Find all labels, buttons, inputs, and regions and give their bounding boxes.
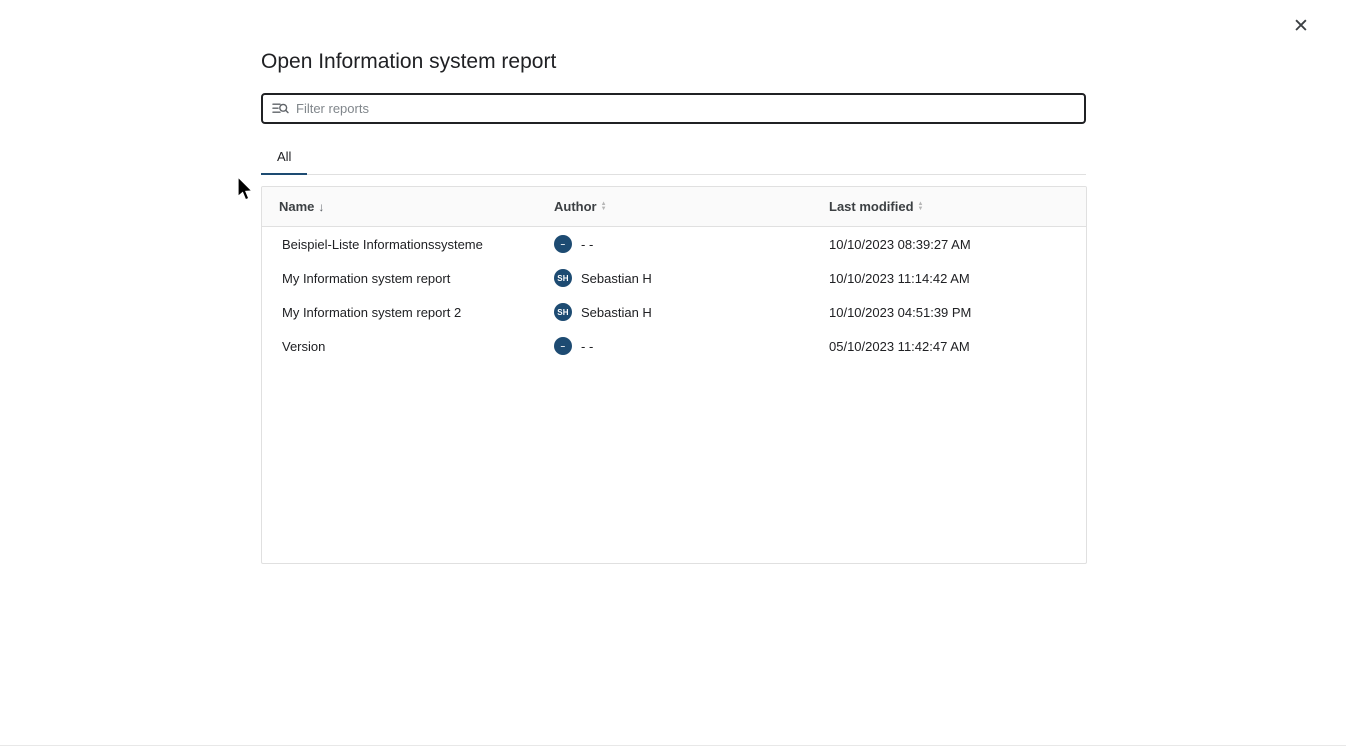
author-avatar: – [554,235,572,253]
last-modified: 05/10/2023 11:42:47 AM [812,339,1086,354]
author-avatar: SH [554,303,572,321]
open-report-dialog: ✕ Open Information system report All Nam… [0,0,1346,756]
tab-bar: All [261,140,1086,175]
search-input[interactable] [296,101,1075,116]
filter-reports-searchbox[interactable] [261,93,1086,124]
table-row[interactable]: My Information system report SH Sebastia… [262,261,1086,295]
mouse-cursor [236,176,255,202]
author-avatar: SH [554,269,572,287]
author-cell: – - - [537,235,812,253]
tab-all[interactable]: All [261,140,307,175]
author-name: - - [581,237,593,252]
column-last-modified-label: Last modified [829,199,914,214]
report-name: My Information system report [262,271,537,286]
table-row[interactable]: Beispiel-Liste Informationssysteme – - -… [262,227,1086,261]
search-filter-icon [272,101,289,116]
author-cell: – - - [537,337,812,355]
report-name: Beispiel-Liste Informationssysteme [262,237,537,252]
sort-desc-icon: ↓ [318,201,324,213]
table-row[interactable]: Version – - - 05/10/2023 11:42:47 AM [262,329,1086,363]
page-bottom-divider [0,745,1346,746]
last-modified: 10/10/2023 11:14:42 AM [812,271,1086,286]
column-header-author[interactable]: Author ▲▼ [537,199,812,214]
sort-unsorted-icon: ▲▼ [918,202,924,212]
table-row[interactable]: My Information system report 2 SH Sebast… [262,295,1086,329]
column-name-label: Name [279,199,314,214]
dialog-title: Open Information system report [261,50,556,74]
column-header-last-modified[interactable]: Last modified ▲▼ [812,199,1086,214]
author-name: Sebastian H [581,271,652,286]
reports-table: Name ↓ Author ▲▼ Last modified ▲▼ Beispi… [261,186,1087,564]
column-author-label: Author [554,199,597,214]
author-avatar: – [554,337,572,355]
table-header: Name ↓ Author ▲▼ Last modified ▲▼ [262,187,1086,227]
author-cell: SH Sebastian H [537,269,812,287]
last-modified: 10/10/2023 08:39:27 AM [812,237,1086,252]
last-modified: 10/10/2023 04:51:39 PM [812,305,1086,320]
sort-unsorted-icon: ▲▼ [601,202,607,212]
column-header-name[interactable]: Name ↓ [262,199,537,214]
tab-all-label: All [277,149,291,164]
close-icon[interactable]: ✕ [1288,14,1314,40]
author-name: Sebastian H [581,305,652,320]
author-name: - - [581,339,593,354]
report-name: Version [262,339,537,354]
report-name: My Information system report 2 [262,305,537,320]
author-cell: SH Sebastian H [537,303,812,321]
